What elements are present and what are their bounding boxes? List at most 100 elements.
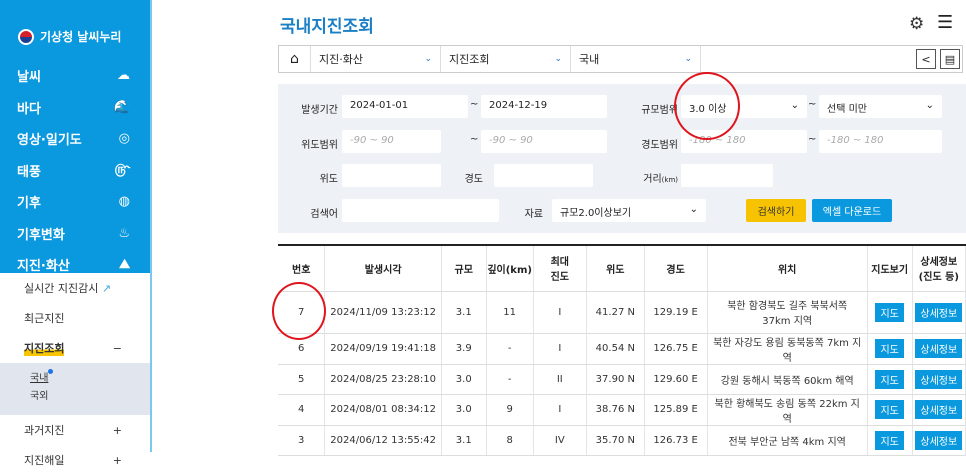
table-row: 3 2024/06/12 13:55:42 3.1 8 IV 35.70 N 126.73 … <box>278 425 966 456</box>
submenu-item-overseas[interactable]: 국외 <box>30 387 150 405</box>
crumb-1[interactable]: 지진·화산 ⌄ <box>311 46 441 72</box>
subitem-label: 최근지진 <box>24 312 65 325</box>
sidebar-item[interactable]: 바다 🌊 <box>0 92 150 124</box>
submenu-label: 국내 <box>30 373 49 384</box>
tilde: ~ <box>470 134 479 145</box>
detail-button[interactable]: 상세정보 <box>915 339 963 358</box>
submenu-item-domestic[interactable]: 국내 <box>30 369 150 387</box>
search-button[interactable]: 검색하기 <box>746 199 806 222</box>
cell: 3 <box>278 425 326 456</box>
crumb-3[interactable]: 국내 ⌄ <box>571 46 701 72</box>
data-value: 규모2.0이상보기 <box>560 208 632 219</box>
lat-max-input[interactable]: -90 ~ 90 <box>481 130 607 153</box>
map-button[interactable]: 지도 <box>875 430 904 450</box>
logo[interactable]: 기상청 날씨누리 <box>0 0 150 60</box>
cell: 41.27 N <box>586 291 645 334</box>
detail-cell: 상세정보 <box>912 394 966 426</box>
sidebar-item[interactable]: 기후변화 ♨ <box>0 218 150 250</box>
cell: 북한 함경북도 길주 북북서쪽 37km 지역 <box>707 291 868 334</box>
map-button[interactable]: 지도 <box>875 339 904 358</box>
detail-button[interactable]: 상세정보 <box>915 430 963 450</box>
cell: 8 <box>486 425 534 456</box>
sidebar-subitem[interactable]: 과거지진 + <box>0 415 150 445</box>
sidebar-subitem[interactable]: 지진해일 + <box>0 445 150 475</box>
column-header[interactable]: 발생시각 <box>324 245 442 292</box>
map-cell: 지도 <box>867 333 913 365</box>
collapse-icon[interactable]: − <box>113 342 122 355</box>
map-button[interactable]: 지도 <box>875 302 904 322</box>
sidebar-item-label: 지진·화산 <box>17 259 70 275</box>
gear-icon[interactable]: ⚙ <box>909 14 924 34</box>
cell: 2024/08/01 08:34:12 <box>324 394 442 426</box>
detail-button[interactable]: 상세정보 <box>915 369 963 389</box>
cell: 2024/11/09 13:23:12 <box>324 291 442 334</box>
sidebar-item-icon: 🌊 <box>113 99 130 115</box>
column-header[interactable]: 위도 <box>586 245 645 292</box>
column-header[interactable]: 지도보기 <box>867 245 913 292</box>
column-header[interactable]: 깊이(km) <box>486 245 534 292</box>
mag-max-value: 선택 미만 <box>827 104 867 115</box>
sidebar-item-label: 기후 <box>17 196 41 212</box>
cell: 11 <box>486 291 534 334</box>
sidebar-item-label: 태풍 <box>17 164 41 180</box>
table-row: 7 2024/11/09 13:23:12 3.1 11 I 41.27 N 129.19 … <box>278 291 966 334</box>
map-cell: 지도 <box>867 425 913 456</box>
sidebar-item-icon: ◍ <box>118 194 130 210</box>
column-header[interactable]: 규모 <box>441 245 487 292</box>
detail-cell: 상세정보 <box>912 364 966 395</box>
dist-label: 거리(km) <box>618 170 678 185</box>
cell: 북한 황해북도 송림 동쪽 22km 지역 <box>707 394 868 426</box>
chevron-down-icon: ⌄ <box>424 54 432 64</box>
excel-download-button[interactable]: 엑셀 다운로드 <box>812 199 892 222</box>
print-icon[interactable]: ▤ <box>940 49 960 69</box>
menu-icon[interactable]: ☰ <box>937 12 953 33</box>
cell: 126.75 E <box>644 333 708 365</box>
chevron-down-icon: ⌄ <box>925 100 934 111</box>
column-header[interactable]: 경도 <box>644 245 708 292</box>
cell: 5 <box>278 364 326 395</box>
cell: 2024/06/12 13:55:42 <box>324 425 442 456</box>
column-header[interactable]: 최대 진도 <box>533 245 588 292</box>
map-button[interactable]: 지도 <box>875 369 904 389</box>
crumb-2[interactable]: 지진조회 ⌄ <box>441 46 571 72</box>
detail-button[interactable]: 상세정보 <box>915 400 963 419</box>
column-header[interactable]: 상세정보 (진도 등) <box>912 245 966 292</box>
table-row: 4 2024/08/01 08:34:12 3.0 9 I 38.76 N 125.89 E… <box>278 394 966 426</box>
external-link-icon: ↗ <box>101 282 112 295</box>
cell: 129.60 E <box>644 364 708 395</box>
expand-icon[interactable]: + <box>113 424 122 437</box>
sidebar-subitem[interactable]: 최근지진 <box>0 303 150 333</box>
sidebar-item[interactable]: 기후 ◍ <box>0 186 150 218</box>
cell: 9 <box>486 394 534 426</box>
submenu-label: 국외 <box>30 391 49 402</box>
data-select[interactable]: 규모2.0이상보기 ⌄ <box>552 199 706 222</box>
cell: 강원 동해시 북동쪽 60km 해역 <box>707 364 868 395</box>
dist-input[interactable] <box>681 164 773 187</box>
keyword-input[interactable] <box>342 199 499 222</box>
chevron-down-icon: ⌄ <box>554 54 562 64</box>
sidebar-item[interactable]: 태풍 ௹ <box>0 155 150 187</box>
crumb-label: 국내 <box>579 53 600 66</box>
start-date-input[interactable]: 2024-01-01 <box>342 95 468 118</box>
lat-min-input[interactable]: -90 ~ 90 <box>342 130 441 153</box>
page-title: 국내지진조회 <box>280 17 374 37</box>
column-header[interactable]: 위치 <box>707 245 868 292</box>
expand-icon[interactable]: + <box>113 454 122 467</box>
end-date-input[interactable]: 2024-12-19 <box>481 95 607 118</box>
home-icon[interactable]: ⌂ <box>279 46 311 72</box>
share-icon[interactable]: < <box>916 49 936 69</box>
mag-label: 규모범위 <box>641 105 678 116</box>
cell: 4 <box>278 394 326 426</box>
map-cell: 지도 <box>867 291 913 334</box>
sidebar-subitem[interactable]: 지진조회 − <box>0 333 150 363</box>
lon-max-input[interactable]: -180 ~ 180 <box>819 130 942 153</box>
search-form: 발생기간 2024-01-01 ~ 2024-12-19 규모범위 3.0 이상… <box>278 84 966 233</box>
mag-max-select[interactable]: 선택 미만 ⌄ <box>819 95 942 118</box>
map-button[interactable]: 지도 <box>875 400 904 419</box>
sidebar-subitem[interactable]: 실시간 지진감시 ↗ <box>0 273 150 303</box>
lon-input[interactable] <box>494 164 593 187</box>
detail-button[interactable]: 상세정보 <box>915 302 963 322</box>
sidebar-item[interactable]: 영상·일기도 ◎ <box>0 123 150 155</box>
sidebar-item[interactable]: 날씨 ☁ <box>0 60 150 92</box>
placeholder: -180 ~ 180 <box>827 135 884 146</box>
